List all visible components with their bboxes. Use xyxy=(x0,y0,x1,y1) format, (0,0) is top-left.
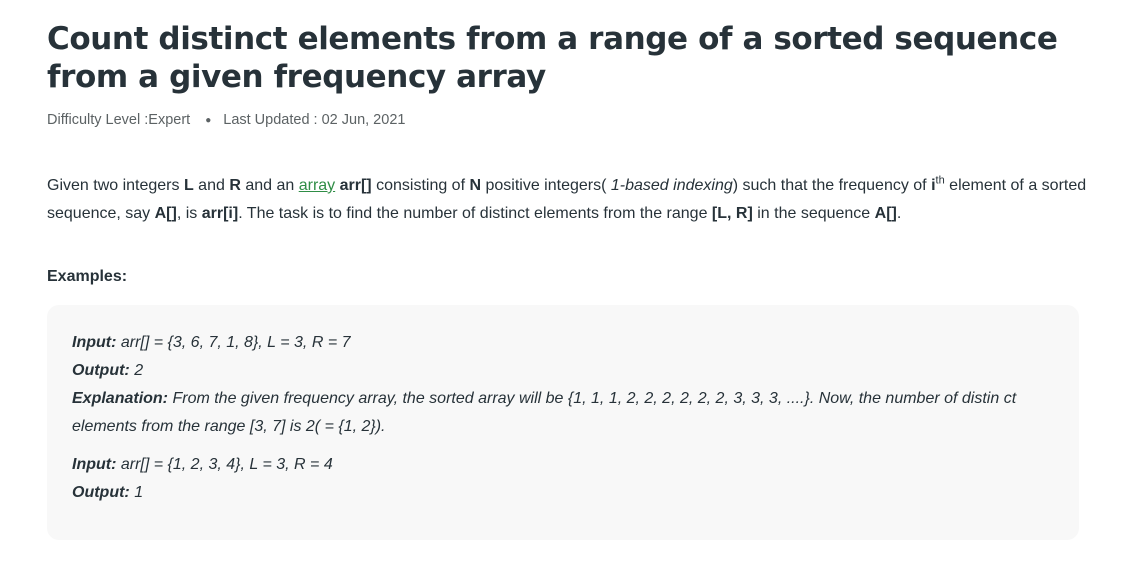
array-link[interactable]: array xyxy=(299,177,335,194)
desc-text: and an xyxy=(240,177,299,194)
indexing-note: 1-based indexing xyxy=(606,177,733,194)
difficulty-value[interactable]: Expert xyxy=(148,112,190,128)
desc-text: ) such that the frequency of xyxy=(732,177,932,194)
separator-dot-icon: ● xyxy=(205,114,212,126)
desc-text: positive integers( xyxy=(481,177,607,194)
examples-code-block: Input: arr[] = {3, 6, 7, 1, 8}, L = 3, R… xyxy=(47,305,1079,540)
superscript-th: th xyxy=(935,174,945,187)
desc-text: consisting of xyxy=(371,177,470,194)
example-1-explanation: Explanation: From the given frequency ar… xyxy=(72,390,1017,435)
last-updated-label: Last Updated : xyxy=(223,112,322,128)
var-a: A[] xyxy=(874,205,897,222)
example-2-output: Output: 1 xyxy=(72,484,144,501)
examples-heading: Examples: xyxy=(47,268,128,285)
desc-text: . xyxy=(896,205,902,222)
last-updated-value: 02 Jun, 2021 xyxy=(321,112,406,128)
desc-text: Given two integers xyxy=(47,177,184,194)
article-meta: Difficulty Level : Expert ● Last Updated… xyxy=(47,112,405,128)
article-page: Count distinct elements from a range of … xyxy=(0,0,1147,572)
desc-text: in the sequence xyxy=(752,205,875,222)
var-a: A[] xyxy=(154,205,177,222)
example-1-output: Output: 2 xyxy=(72,362,144,379)
var-range: [L, R] xyxy=(711,205,753,222)
var-arr: arr[] xyxy=(339,177,372,194)
var-r: R xyxy=(229,177,241,194)
problem-description: Given two integers L and R and an array … xyxy=(47,172,1117,228)
desc-text: . The task is to find the number of dist… xyxy=(238,205,712,222)
var-l: L xyxy=(183,177,194,194)
var-n: N xyxy=(469,177,482,194)
difficulty-label: Difficulty Level : xyxy=(47,112,149,128)
article-title: Count distinct elements from a range of … xyxy=(47,21,1058,95)
var-arr-i: arr[i] xyxy=(201,205,239,222)
example-2-input: Input: arr[] = {1, 2, 3, 4}, L = 3, R = … xyxy=(72,456,333,473)
example-1-input: Input: arr[] = {3, 6, 7, 1, 8}, L = 3, R… xyxy=(72,334,351,351)
desc-text: and xyxy=(193,177,230,194)
desc-text: , is xyxy=(176,205,202,222)
